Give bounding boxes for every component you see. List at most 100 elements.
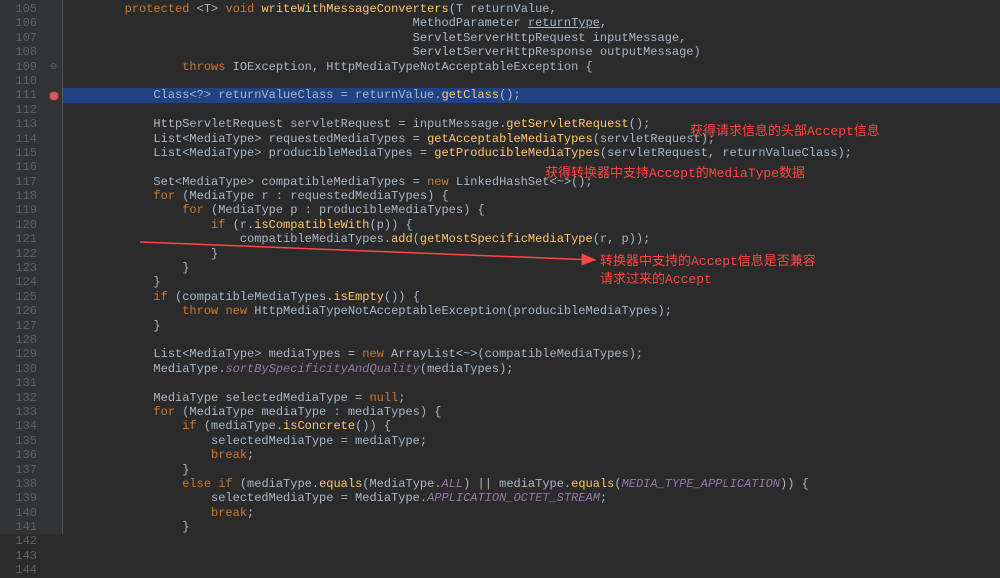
- gutter-cell[interactable]: [45, 434, 62, 448]
- line-number: 108: [0, 45, 45, 59]
- line-number-gutter: 1051061071081091101111121131141151161171…: [0, 0, 45, 534]
- code-line[interactable]: for (MediaType mediaType : mediaTypes) {: [63, 405, 1000, 419]
- gutter-cell[interactable]: [45, 405, 62, 419]
- gutter-cell[interactable]: ⊖: [45, 60, 62, 74]
- line-number: 114: [0, 132, 45, 146]
- gutter-cell[interactable]: [45, 16, 62, 30]
- line-number: 144: [0, 563, 45, 577]
- code-line[interactable]: compatibleMediaTypes.add(getMostSpecific…: [63, 232, 1000, 246]
- breakpoint-icon[interactable]: [49, 91, 59, 101]
- gutter-cell[interactable]: [45, 347, 62, 361]
- code-line[interactable]: else if (mediaType.equals(MediaType.ALL)…: [63, 477, 1000, 491]
- code-line[interactable]: MediaType.sortBySpecificityAndQuality(me…: [63, 362, 1000, 376]
- gutter-cell[interactable]: [45, 376, 62, 390]
- code-area[interactable]: protected <T> void writeWithMessageConve…: [63, 0, 1000, 534]
- code-line[interactable]: }: [63, 520, 1000, 534]
- gutter-cell[interactable]: [45, 304, 62, 318]
- code-line[interactable]: selectedMediaType = mediaType;: [63, 434, 1000, 448]
- gutter-cell[interactable]: [45, 477, 62, 491]
- code-line[interactable]: }: [63, 261, 1000, 275]
- line-number: 130: [0, 362, 45, 376]
- gutter-cell[interactable]: [45, 160, 62, 174]
- gutter-cell[interactable]: [45, 391, 62, 405]
- line-number: 142: [0, 534, 45, 548]
- gutter-cell[interactable]: [45, 549, 62, 563]
- gutter-cell[interactable]: [45, 103, 62, 117]
- line-number: 106: [0, 16, 45, 30]
- code-line[interactable]: selectedMediaType = MediaType.APPLICATIO…: [63, 491, 1000, 505]
- breakpoint-gutter[interactable]: ⊖: [45, 0, 63, 534]
- gutter-cell[interactable]: [45, 534, 62, 548]
- line-number: 117: [0, 175, 45, 189]
- gutter-cell[interactable]: [45, 333, 62, 347]
- code-line[interactable]: Class<?> returnValueClass = returnValue.…: [63, 88, 1000, 102]
- gutter-cell[interactable]: [45, 419, 62, 433]
- gutter-cell[interactable]: [45, 74, 62, 88]
- code-line[interactable]: protected <T> void writeWithMessageConve…: [63, 2, 1000, 16]
- code-line[interactable]: if (r.isCompatibleWith(p)) {: [63, 218, 1000, 232]
- code-line[interactable]: ServletServerHttpRequest inputMessage,: [63, 31, 1000, 45]
- code-line[interactable]: throws IOException, HttpMediaTypeNotAcce…: [63, 60, 1000, 74]
- code-line[interactable]: break;: [63, 448, 1000, 462]
- gutter-cell[interactable]: [45, 175, 62, 189]
- gutter-cell[interactable]: [45, 218, 62, 232]
- code-line[interactable]: if (compatibleMediaTypes.isEmpty()) {: [63, 290, 1000, 304]
- gutter-cell[interactable]: [45, 290, 62, 304]
- code-line[interactable]: }: [63, 247, 1000, 261]
- code-line[interactable]: List<MediaType> producibleMediaTypes = g…: [63, 146, 1000, 160]
- gutter-cell[interactable]: [45, 31, 62, 45]
- code-line[interactable]: }: [63, 275, 1000, 289]
- line-number: 139: [0, 491, 45, 505]
- gutter-cell[interactable]: [45, 491, 62, 505]
- line-number: 125: [0, 290, 45, 304]
- line-number: 124: [0, 275, 45, 289]
- code-line[interactable]: MethodParameter returnType,: [63, 16, 1000, 30]
- line-number: 113: [0, 117, 45, 131]
- gutter-cell[interactable]: [45, 2, 62, 16]
- code-line[interactable]: for (MediaType r : requestedMediaTypes) …: [63, 189, 1000, 203]
- gutter-cell[interactable]: [45, 506, 62, 520]
- line-number: 120: [0, 218, 45, 232]
- code-line[interactable]: [63, 103, 1000, 117]
- gutter-cell[interactable]: [45, 563, 62, 577]
- annotation-converter-mediatype: 获得转换器中支持Accept的MediaType数据: [545, 162, 805, 181]
- gutter-cell[interactable]: [45, 448, 62, 462]
- gutter-cell[interactable]: [45, 247, 62, 261]
- code-line[interactable]: break;: [63, 506, 1000, 520]
- line-number: 105: [0, 2, 45, 16]
- gutter-cell[interactable]: [45, 463, 62, 477]
- gutter-cell[interactable]: [45, 232, 62, 246]
- code-line[interactable]: }: [63, 319, 1000, 333]
- gutter-cell[interactable]: [45, 362, 62, 376]
- code-line[interactable]: List<MediaType> mediaTypes = new ArrayLi…: [63, 347, 1000, 361]
- gutter-cell[interactable]: [45, 520, 62, 534]
- gutter-cell[interactable]: [45, 146, 62, 160]
- code-line[interactable]: [63, 333, 1000, 347]
- gutter-cell[interactable]: [45, 319, 62, 333]
- code-line[interactable]: [63, 376, 1000, 390]
- gutter-cell[interactable]: [45, 261, 62, 275]
- code-line[interactable]: }: [63, 463, 1000, 477]
- gutter-cell[interactable]: [45, 275, 62, 289]
- code-line[interactable]: [63, 160, 1000, 174]
- gutter-cell[interactable]: [45, 117, 62, 131]
- annotation-compat-line1: 转换器中支持的Accept信息是否兼容: [600, 250, 816, 269]
- annotation-compat-line2: 请求过来的Accept: [600, 268, 712, 287]
- code-editor[interactable]: 1051061071081091101111121131141151161171…: [0, 0, 1000, 534]
- code-line[interactable]: if (mediaType.isConcrete()) {: [63, 419, 1000, 433]
- code-line[interactable]: Set<MediaType> compatibleMediaTypes = ne…: [63, 175, 1000, 189]
- gutter-cell[interactable]: [45, 45, 62, 59]
- gutter-cell[interactable]: [45, 88, 62, 102]
- line-number: 123: [0, 261, 45, 275]
- code-line[interactable]: [63, 74, 1000, 88]
- code-line[interactable]: throw new HttpMediaTypeNotAcceptableExce…: [63, 304, 1000, 318]
- fold-icon[interactable]: ⊖: [50, 62, 58, 72]
- code-line[interactable]: for (MediaType p : producibleMediaTypes)…: [63, 203, 1000, 217]
- gutter-cell[interactable]: [45, 203, 62, 217]
- gutter-cell[interactable]: [45, 189, 62, 203]
- code-line[interactable]: ServletServerHttpResponse outputMessage): [63, 45, 1000, 59]
- gutter-cell[interactable]: [45, 132, 62, 146]
- annotation-accept-header: 获得请求信息的头部Accept信息: [690, 120, 880, 139]
- code-line[interactable]: MediaType selectedMediaType = null;: [63, 391, 1000, 405]
- line-number: 122: [0, 247, 45, 261]
